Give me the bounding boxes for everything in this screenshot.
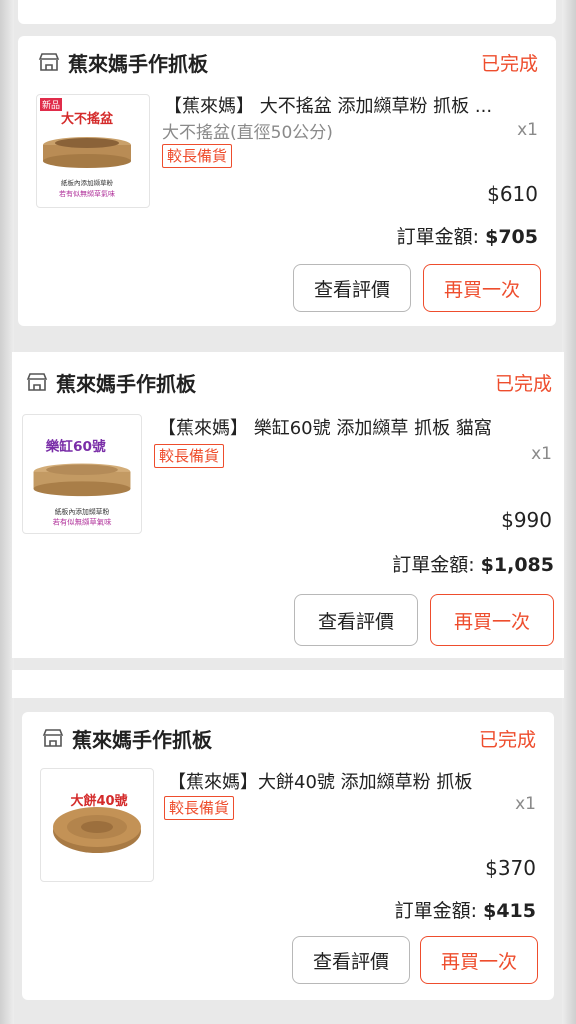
product-thumbnail[interactable]: 大餅40號 [40, 768, 154, 882]
shop-name: 蕉來媽手作抓板 [72, 727, 212, 752]
thumb-line1: 紙板內添加纐草粉 [61, 178, 114, 187]
view-review-button[interactable]: 查看評價 [292, 936, 410, 984]
buy-again-button[interactable]: 再買一次 [423, 264, 541, 312]
order-total: 訂單金額: $415 [395, 896, 536, 923]
item-price: $370 [485, 856, 536, 880]
product-qty: x1 [517, 120, 538, 140]
shop-icon [42, 729, 64, 747]
product-title[interactable]: 【蕉來媽】大餅40號 添加纐草粉 抓板 [168, 768, 538, 794]
order-total: 訂單金額: $1,085 [392, 550, 554, 577]
order-card[interactable]: 蕉來媽手作抓板 已完成 大餅40號 【蕉來媽】大餅40號 添加纐草粉 抓板 x1… [22, 712, 554, 1000]
status-label: 已完成 [480, 52, 538, 75]
thumb-line2: 若有似無纐草氣味 [53, 518, 113, 527]
order-card[interactable]: 蕉來媽手作抓板 已完成 新品 大不搖盆 紙板內添加纐草粉 若有似無纐草氣味 【蕉… [18, 36, 556, 326]
card-separator [12, 670, 564, 698]
product-thumbnail[interactable]: 新品 大不搖盆 紙板內添加纐草粉 若有似無纐草氣味 [36, 94, 150, 208]
product-qty: x1 [531, 444, 552, 464]
order-total-value: $705 [485, 226, 538, 248]
shop-name: 蕉來媽手作抓板 [68, 51, 208, 76]
shop-icon [26, 373, 48, 391]
status-label: 已完成 [478, 728, 536, 751]
buy-again-button[interactable]: 再買一次 [420, 936, 538, 984]
order-total-value: $1,085 [480, 554, 554, 576]
order-card[interactable]: 蕉來媽手作抓板 已完成 樂缸60號 紙板內添加纐草粉 若有似無纐草氣味 【蕉來媽… [12, 352, 564, 658]
long-preparation-tag: 較長備貨 [164, 796, 235, 820]
thumb-title: 樂缸60號 [46, 438, 106, 455]
long-preparation-tag: 較長備貨 [154, 444, 225, 468]
right-edge [562, 0, 576, 1024]
status-label: 已完成 [494, 372, 552, 395]
view-review-button[interactable]: 查看評價 [294, 594, 418, 646]
shop-row[interactable]: 蕉來媽手作抓板 已完成 [22, 718, 554, 758]
view-review-button[interactable]: 查看評價 [293, 264, 411, 312]
previous-order-card [18, 0, 556, 24]
product-qty: x1 [515, 794, 536, 814]
thumb-title: 大不搖盆 [61, 111, 114, 127]
product-title[interactable]: 【蕉來媽】 樂缸60號 添加纐草 抓板 貓窩 [158, 414, 558, 440]
thumb-title: 大餅40號 [70, 793, 127, 809]
order-total-label: 訂單金額: [396, 226, 480, 248]
thumb-line2: 若有似無纐草氣味 [59, 189, 115, 198]
shop-row[interactable]: 蕉來媽手作抓板 已完成 [12, 362, 564, 402]
buy-again-button[interactable]: 再買一次 [430, 594, 554, 646]
item-price: $990 [501, 508, 552, 532]
product-variant: 大不搖盆(直徑50公分) [162, 123, 333, 143]
long-preparation-tag: 較長備貨 [162, 144, 233, 168]
thumb-line1: 紙板內添加纐草粉 [55, 507, 110, 516]
product-image: 樂缸60號 紙板內添加纐草粉 若有似無纐草氣味 [33, 438, 131, 527]
shop-row[interactable]: 蕉來媽手作抓板 已完成 [18, 42, 556, 82]
product-title[interactable]: 【蕉來媽】 大不搖盆 添加纐草粉 抓板 ... [164, 92, 540, 118]
item-price: $610 [487, 182, 538, 206]
thumb-badge: 新品 [42, 99, 60, 111]
order-total: 訂單金額: $705 [397, 222, 538, 249]
product-thumbnail[interactable]: 樂缸60號 紙板內添加纐草粉 若有似無纐草氣味 [22, 414, 142, 534]
product-image: 新品 大不搖盆 紙板內添加纐草粉 若有似無纐草氣味 [40, 98, 131, 198]
product-image: 大餅40號 [53, 793, 141, 853]
order-total-label: 訂單金額: [392, 554, 475, 576]
order-total-label: 訂單金額: [394, 900, 478, 922]
shop-icon [38, 53, 60, 71]
order-total-value: $415 [483, 900, 536, 922]
shop-name: 蕉來媽手作抓板 [56, 371, 196, 396]
